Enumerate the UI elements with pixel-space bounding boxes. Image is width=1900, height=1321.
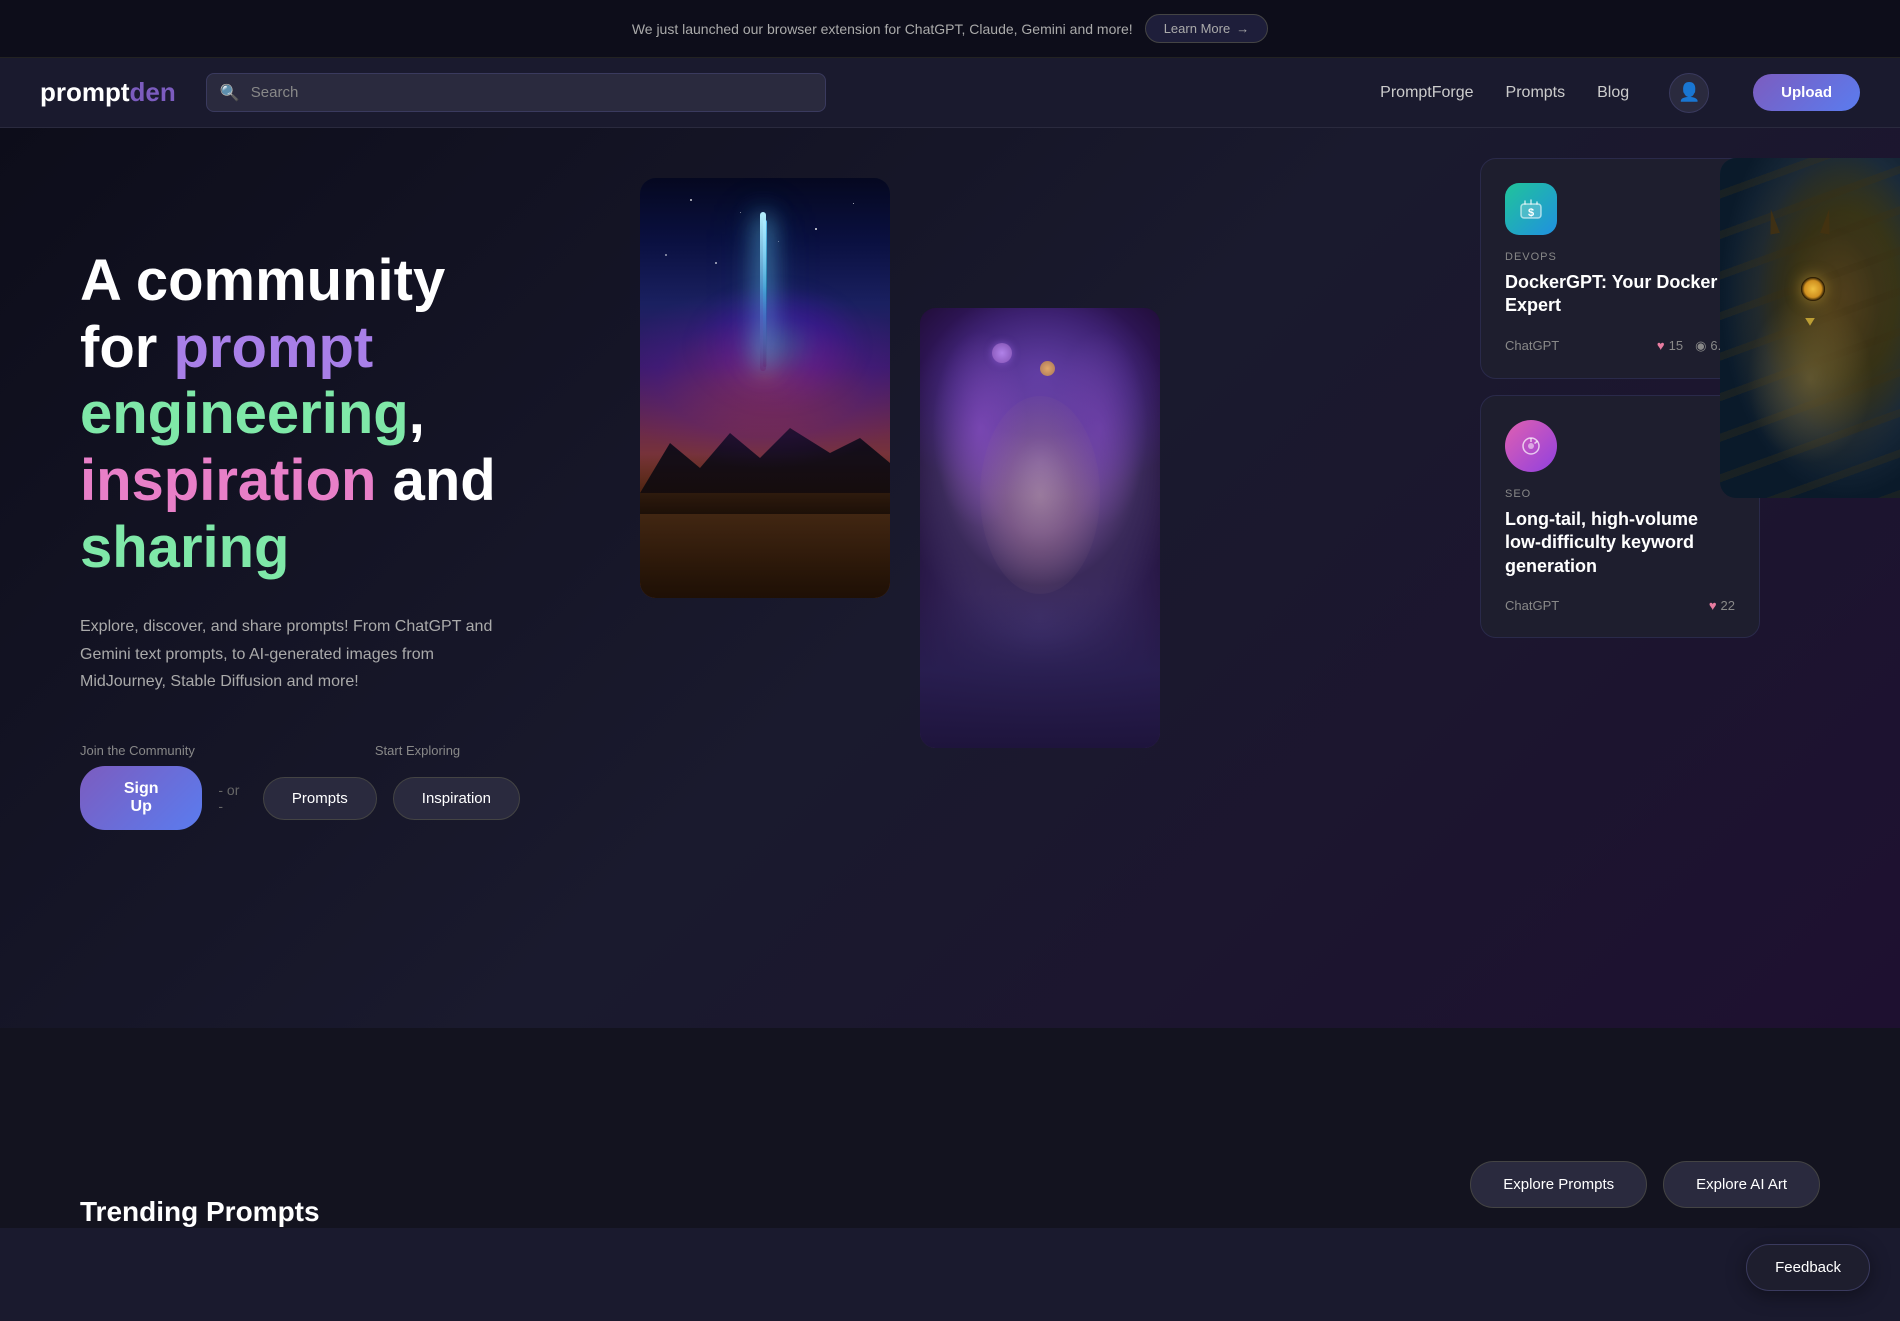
or-divider: - or - [218, 782, 247, 814]
nav-links: PromptForge Prompts Blog 👤 Upload [1340, 73, 1860, 113]
owl-image [1720, 158, 1900, 498]
title-and: and [376, 448, 495, 513]
user-icon: 👤 [1678, 82, 1700, 103]
sign-up-button[interactable]: Sign Up [80, 766, 202, 830]
search-input[interactable] [206, 73, 826, 112]
seo-like-count: 22 [1721, 598, 1735, 613]
docker-platform: ChatGPT [1505, 338, 1559, 353]
join-label: Join the Community [80, 743, 195, 758]
docker-icon: $ [1505, 183, 1557, 235]
hero-section: A community for prompt engineering, insp… [0, 128, 1900, 1028]
seo-title: Long-tail, high-volume low-difficulty ke… [1505, 508, 1735, 578]
cta-row: Sign Up - or - Prompts Inspiration [80, 766, 520, 830]
seo-stats: ♥ 22 [1709, 598, 1735, 613]
svg-text:$: $ [1528, 207, 1534, 219]
hero-cta: Join the Community Start Exploring Sign … [80, 743, 520, 830]
explore-ai-button[interactable]: Explore AI Art [1663, 1161, 1820, 1208]
prompts-button[interactable]: Prompts [263, 777, 377, 820]
eye-icon: ◉ [1695, 338, 1706, 354]
docker-title: DockerGPT: Your Docker Expert [1505, 271, 1735, 318]
owl-bg [1720, 158, 1900, 498]
title-prompt: prompt [173, 315, 373, 380]
logo-den: den [130, 77, 176, 107]
hero-description: Explore, discover, and share prompts! Fr… [80, 613, 520, 695]
upload-button[interactable]: Upload [1753, 74, 1860, 111]
learn-more-button[interactable]: Learn More → [1145, 14, 1268, 43]
docker-likes: ♥ 15 [1657, 338, 1683, 353]
cta-labels: Join the Community Start Exploring [80, 743, 520, 758]
title-comma: , [409, 381, 425, 446]
cosmic-image [640, 178, 890, 598]
nav-blog[interactable]: Blog [1597, 84, 1629, 102]
portrait-image [920, 308, 1160, 748]
feedback-button[interactable]: Feedback [1746, 1244, 1870, 1291]
logo-prompt: prompt [40, 77, 130, 107]
cosmic-bg [640, 178, 890, 598]
title-inspiration: inspiration [80, 448, 376, 513]
seo-likes: ♥ 22 [1709, 598, 1735, 613]
seo-heart-icon: ♥ [1709, 598, 1717, 613]
seo-footer: ChatGPT ♥ 22 [1505, 598, 1735, 613]
docker-card: $ DEVOPS DockerGPT: Your Docker Expert C… [1480, 158, 1760, 379]
nav-prompts[interactable]: Prompts [1506, 84, 1566, 102]
docker-like-count: 15 [1669, 338, 1683, 353]
explore-prompts-button[interactable]: Explore Prompts [1470, 1161, 1647, 1208]
heart-icon: ♥ [1657, 338, 1665, 353]
logo[interactable]: promptden [40, 77, 176, 108]
docker-category: DEVOPS [1505, 251, 1735, 263]
trending-title: Trending Prompts [80, 1196, 320, 1228]
portrait-bg [920, 308, 1160, 748]
announcement-bar: We just launched our browser extension f… [0, 0, 1900, 58]
hero-right: $ DEVOPS DockerGPT: Your Docker Expert C… [580, 128, 1900, 1028]
search-icon: 🔍 [220, 83, 240, 103]
seo-card: SEO Long-tail, high-volume low-difficult… [1480, 395, 1760, 638]
arrow-icon: → [1236, 21, 1249, 36]
search-container: 🔍 [206, 73, 826, 112]
cards-column: $ DEVOPS DockerGPT: Your Docker Expert C… [1480, 158, 1760, 638]
learn-more-label: Learn More [1164, 21, 1230, 36]
bottom-section: Trending Prompts Explore Prompts Explore… [0, 1028, 1900, 1228]
seo-icon [1505, 420, 1557, 472]
nav-promptforge[interactable]: PromptForge [1380, 84, 1473, 102]
seo-category: SEO [1505, 488, 1735, 500]
announcement-text: We just launched our browser extension f… [632, 21, 1133, 37]
seo-platform: ChatGPT [1505, 598, 1559, 613]
title-engineering: engineering [80, 381, 409, 446]
hero-title: A community for prompt engineering, insp… [80, 248, 520, 581]
inspiration-button[interactable]: Inspiration [393, 777, 520, 820]
start-exploring-label: Start Exploring [375, 743, 460, 758]
user-icon-button[interactable]: 👤 [1669, 73, 1709, 113]
title-sharing: sharing [80, 515, 290, 580]
hero-left: A community for prompt engineering, insp… [0, 128, 580, 1028]
docker-footer: ChatGPT ♥ 15 ◉ 6.1k [1505, 338, 1735, 354]
navbar: promptden 🔍 PromptForge Prompts Blog 👤 U… [0, 58, 1900, 128]
bottom-buttons: Explore Prompts Explore AI Art [1470, 1161, 1820, 1228]
